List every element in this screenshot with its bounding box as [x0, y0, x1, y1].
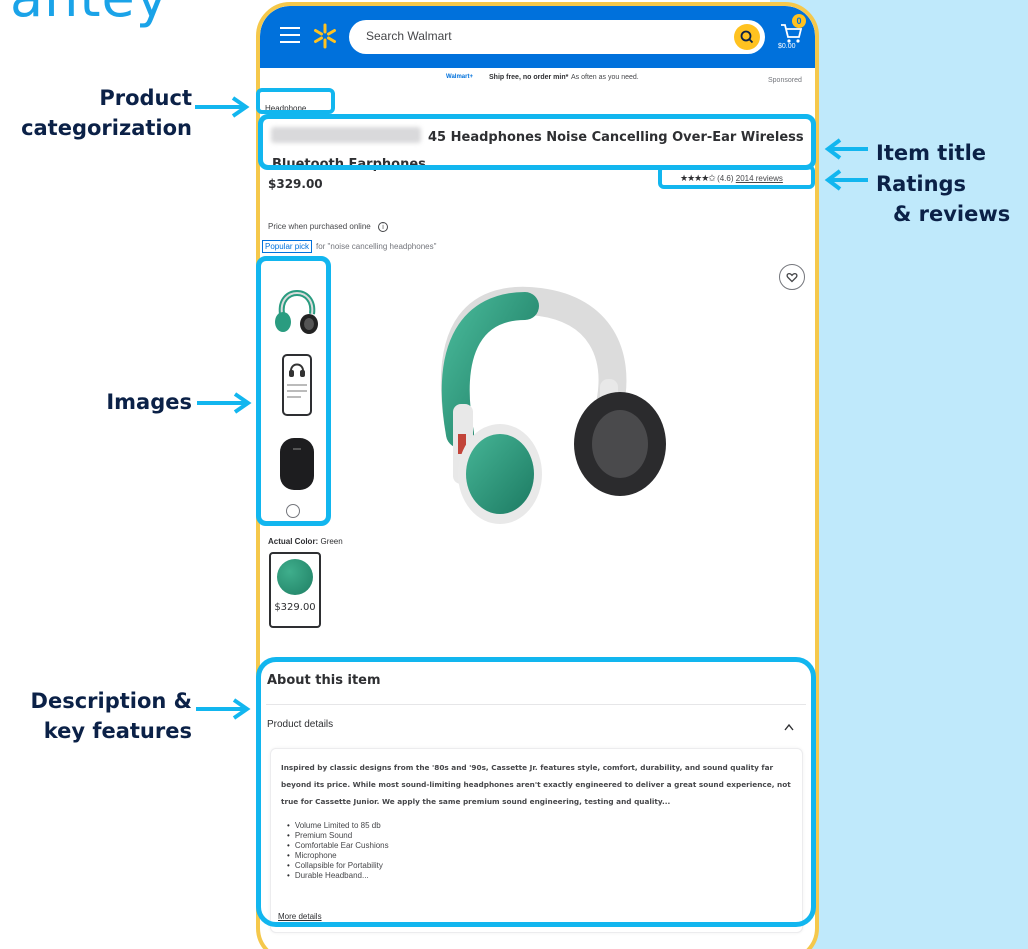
search-input[interactable]: Search Walmart — [349, 20, 765, 54]
annotation-line: Ratings — [876, 172, 967, 196]
price-note: Price when purchased online i — [268, 222, 388, 232]
color-swatch-green[interactable]: $329.00 — [269, 552, 321, 628]
annotation-product-categorization: Product categorization — [20, 83, 192, 143]
promo-headline: Ship free, no order min* — [489, 74, 569, 81]
annotation-line: & reviews — [893, 202, 1011, 226]
promo-text: As often as you need. — [571, 74, 639, 81]
info-icon[interactable]: i — [377, 222, 388, 232]
annotation-line: Description & — [30, 689, 192, 713]
main-product-image[interactable] — [350, 284, 710, 529]
swatch-color-dot — [277, 559, 313, 595]
annotation-line: categorization — [21, 116, 192, 140]
hamburger-icon[interactable] — [280, 27, 300, 43]
favorite-button[interactable] — [779, 264, 805, 290]
search-icon — [740, 30, 754, 44]
annotation-line: Product — [99, 86, 192, 110]
walmart-spark-icon[interactable] — [311, 22, 339, 50]
highlight-ratings — [658, 165, 815, 189]
popular-pick-context: for "noise cancelling headphones" — [316, 242, 437, 251]
arrow-right-icon — [197, 392, 252, 414]
search-button[interactable] — [734, 24, 760, 50]
cart-total: $0.00 — [778, 43, 796, 50]
price-note-text: Price when purchased online — [268, 222, 371, 231]
promo-banner[interactable]: Walmart+ Ship free, no order min* As oft… — [260, 70, 815, 90]
color-label: Actual Color: Green — [268, 537, 343, 546]
arrow-left-icon — [824, 169, 868, 191]
color-label-key: Actual Color: — [268, 537, 319, 546]
highlight-item-title — [258, 114, 816, 170]
sponsored-label: Sponsored — [768, 77, 802, 84]
cart-count-badge: 0 — [792, 14, 806, 28]
highlight-categorization — [256, 88, 335, 114]
popular-pick-badge: Popular pick — [262, 240, 313, 253]
arrow-right-icon — [195, 96, 250, 118]
arrow-left-icon — [824, 138, 868, 160]
search-placeholder: Search Walmart — [366, 29, 452, 43]
page-heading: antey — [10, 0, 169, 29]
annotation-line: key features — [43, 719, 192, 743]
highlight-images — [256, 256, 331, 526]
product-price: $329.00 — [268, 177, 323, 191]
color-value: Green — [320, 537, 343, 546]
arrow-right-icon — [196, 698, 251, 720]
highlight-description — [256, 657, 816, 927]
annotation-ratings: Ratings & reviews — [876, 169, 1010, 229]
promo-brand: Walmart+ — [446, 74, 473, 80]
annotation-item-title: Item title — [876, 141, 987, 165]
top-nav-bar: Search Walmart 0 $0.00 — [260, 6, 815, 68]
heart-icon — [786, 272, 798, 283]
cart-button[interactable]: 0 $0.00 — [776, 14, 810, 62]
annotation-description: Description & key features — [10, 686, 192, 746]
swatch-price: $329.00 — [274, 602, 316, 613]
annotation-images: Images — [106, 390, 192, 414]
